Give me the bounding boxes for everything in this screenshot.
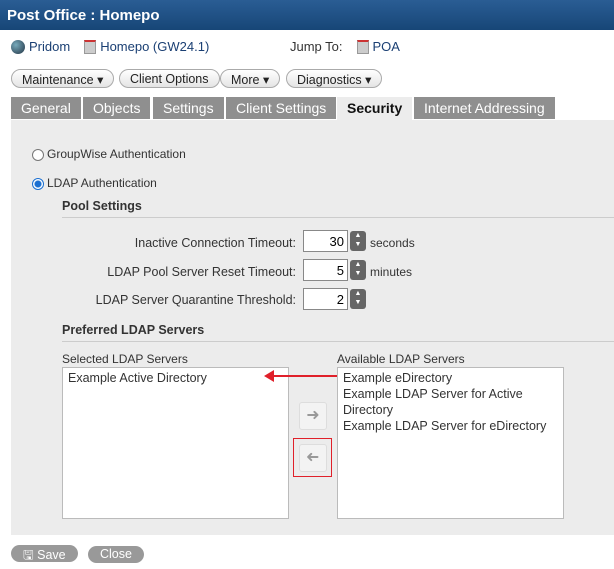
save-label: Save xyxy=(37,548,66,562)
poa-link[interactable]: POA xyxy=(373,39,400,54)
jump-to-label: Jump To: xyxy=(290,39,343,54)
caret-down-icon: ▾ xyxy=(262,73,270,87)
quarantine-threshold-stepper[interactable]: ▲ ▼ xyxy=(350,289,366,309)
reset-timeout-input[interactable]: 5 xyxy=(303,259,348,281)
maintenance-label: Maintenance xyxy=(22,73,94,87)
tab-objects[interactable]: Objects xyxy=(83,97,151,119)
tab-settings[interactable]: Settings xyxy=(153,97,224,119)
window-title: Post Office : Homepo xyxy=(0,0,614,30)
tab-internet-addressing[interactable]: Internet Addressing xyxy=(414,97,555,119)
tab-client-settings[interactable]: Client Settings xyxy=(226,97,337,119)
available-servers-list[interactable]: Example eDirectory Example LDAP Server f… xyxy=(337,367,564,519)
tab-security[interactable]: Security xyxy=(337,97,413,121)
quarantine-threshold-label: LDAP Server Quarantine Threshold: xyxy=(95,293,296,307)
move-left-button[interactable]: ➜ xyxy=(299,444,327,472)
radio-icon xyxy=(32,148,44,161)
poa-icon xyxy=(356,39,369,54)
diagnostics-label: Diagnostics xyxy=(297,73,362,87)
jump-to: Jump To: POA xyxy=(290,39,400,54)
pool-settings-heading: Pool Settings xyxy=(62,199,614,218)
inactive-timeout-unit: seconds xyxy=(370,236,415,250)
save-button[interactable]: 🖫 Save xyxy=(11,545,78,562)
inactive-timeout-label: Inactive Connection Timeout: xyxy=(134,236,296,250)
quarantine-threshold-input[interactable]: 2 xyxy=(303,288,348,310)
arrow-right-icon: ➜ xyxy=(306,407,320,424)
list-item[interactable]: Example LDAP Server for Active Directory xyxy=(343,386,558,418)
reset-timeout-unit: minutes xyxy=(370,265,413,279)
tab-general[interactable]: General xyxy=(11,97,81,119)
reset-timeout-label: LDAP Pool Server Reset Timeout: xyxy=(107,265,296,279)
more-label: More xyxy=(231,73,260,87)
list-item[interactable]: Example LDAP Server for eDirectory xyxy=(343,418,558,434)
save-icon: 🖫 xyxy=(23,548,34,562)
client-options-label: Client Options xyxy=(130,72,209,86)
post-office-link[interactable]: Homepo (GW24.1) xyxy=(100,39,209,54)
domain-link[interactable]: Pridom xyxy=(29,39,70,54)
list-item[interactable]: Example eDirectory xyxy=(343,370,558,386)
security-panel: GroupWise Authentication LDAP Authentica… xyxy=(11,120,614,535)
selected-servers-label: Selected LDAP Servers xyxy=(62,352,188,366)
ldap-auth-radio[interactable]: LDAP Authentication xyxy=(32,176,157,190)
preferred-servers-heading: Preferred LDAP Servers xyxy=(62,323,614,342)
groupwise-auth-label: GroupWise Authentication xyxy=(47,147,186,161)
inactive-timeout-stepper[interactable]: ▲ ▼ xyxy=(350,231,366,251)
close-button[interactable]: Close xyxy=(88,546,144,563)
annotation-arrowhead xyxy=(264,370,274,382)
caret-down-icon: ▾ xyxy=(97,73,104,87)
available-servers-label: Available LDAP Servers xyxy=(337,352,465,366)
client-options-button[interactable]: Client Options xyxy=(119,69,220,88)
globe-icon xyxy=(11,39,25,54)
reset-timeout-stepper[interactable]: ▲ ▼ xyxy=(350,260,366,280)
inactive-timeout-input[interactable]: 30 xyxy=(303,230,348,252)
arrow-left-icon: ➜ xyxy=(306,449,320,466)
move-right-button[interactable]: ➜ xyxy=(299,402,327,430)
more-menu[interactable]: More ▾ xyxy=(220,69,281,88)
groupwise-auth-radio[interactable]: GroupWise Authentication xyxy=(32,147,186,161)
list-item[interactable]: Example Active Directory xyxy=(68,370,283,386)
selected-servers-list[interactable]: Example Active Directory xyxy=(62,367,289,519)
post-office-icon xyxy=(84,39,97,54)
maintenance-menu[interactable]: Maintenance ▾ xyxy=(11,69,115,88)
breadcrumb: Pridom Homepo (GW24.1) xyxy=(11,39,209,54)
annotation-arrow xyxy=(273,375,337,377)
ldap-auth-label: LDAP Authentication xyxy=(47,176,157,190)
diagnostics-menu[interactable]: Diagnostics ▾ xyxy=(286,69,383,88)
caret-down-icon: ▾ xyxy=(365,73,372,87)
radio-selected-icon xyxy=(32,177,44,190)
